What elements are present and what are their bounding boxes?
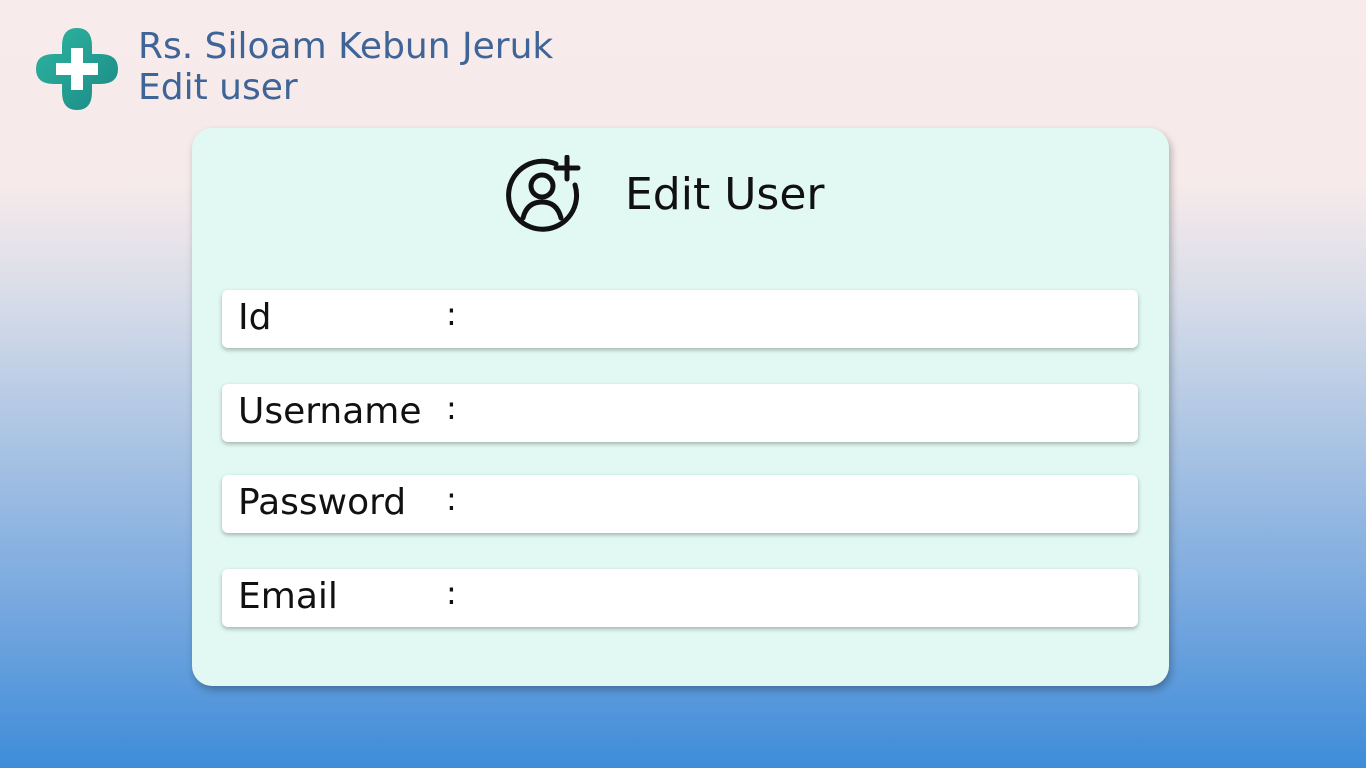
username-separator: : xyxy=(446,389,457,427)
page-name: Edit user xyxy=(138,67,298,108)
email-input[interactable] xyxy=(472,577,1116,621)
password-input[interactable] xyxy=(472,483,1116,527)
username-input[interactable] xyxy=(472,392,1116,436)
id-input[interactable] xyxy=(472,298,1116,342)
id-field-row: Id : xyxy=(222,290,1138,348)
id-separator: : xyxy=(446,295,457,333)
password-separator: : xyxy=(446,480,457,518)
hospital-name: Rs. Siloam Kebun Jeruk xyxy=(138,26,554,67)
email-field-row: Email : xyxy=(222,569,1138,627)
app-header: Rs. Siloam Kebun Jeruk Edit user xyxy=(32,24,553,114)
card-title: Edit User xyxy=(625,168,825,220)
email-label: Email xyxy=(238,576,338,617)
password-label: Password xyxy=(238,482,407,523)
email-separator: : xyxy=(446,574,457,612)
add-user-icon xyxy=(506,155,581,232)
username-field-row: Username : xyxy=(222,384,1138,442)
edit-user-card: Edit User Id : Username : Password : Ema… xyxy=(192,128,1169,686)
id-label: Id xyxy=(238,297,272,338)
card-title-row: Edit User xyxy=(505,155,824,233)
username-label: Username xyxy=(238,391,422,432)
medical-cross-icon xyxy=(36,28,118,110)
password-field-row: Password : xyxy=(222,475,1138,533)
